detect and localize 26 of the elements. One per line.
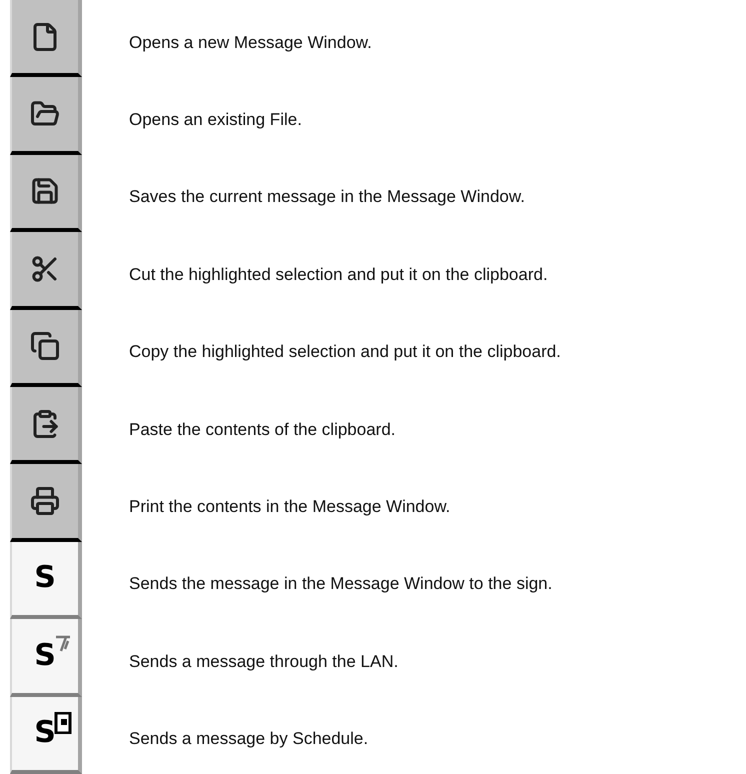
description-text: Opens an existing File. [129, 109, 302, 130]
send-icon: S [34, 640, 56, 671]
printer-icon [30, 486, 60, 516]
toolbar-button[interactable] [10, 0, 82, 78]
copy-icon [30, 331, 60, 362]
toolbar-button[interactable] [10, 77, 82, 155]
send-icon: S [34, 718, 56, 748]
description-text: Saves the current message in the Message Window. [129, 186, 525, 208]
description-text: Print the contents in the Message Window. [129, 496, 450, 518]
toolbar-button[interactable] [10, 386, 82, 464]
calendar-icon [54, 712, 72, 734]
description-text: Paste the contents of the clipboard. [129, 418, 396, 440]
description-text: Sends the message in the Message Window to the sign. [129, 573, 552, 594]
toolbar-button[interactable] [10, 464, 82, 542]
description-text: Copy the highlighted selection and put it on the clipboard. [129, 341, 561, 362]
toolbar-button[interactable] [10, 310, 82, 387]
description-text: Sends a message by Schedule. [129, 728, 368, 750]
send-icon: S [34, 563, 56, 594]
toolbar-button[interactable] [10, 154, 82, 232]
description-text: Cut the highlighted selection and put it on the clipboard. [129, 264, 548, 285]
toolbar-button[interactable]: S [10, 619, 82, 697]
toolbar-button[interactable]: S [10, 542, 82, 620]
description-text: Opens a new Message Window. [129, 32, 372, 53]
toolbar-button[interactable]: S [10, 696, 82, 774]
toolbar-button[interactable] [10, 232, 82, 310]
description-text: Sends a message through the LAN. [129, 650, 398, 672]
